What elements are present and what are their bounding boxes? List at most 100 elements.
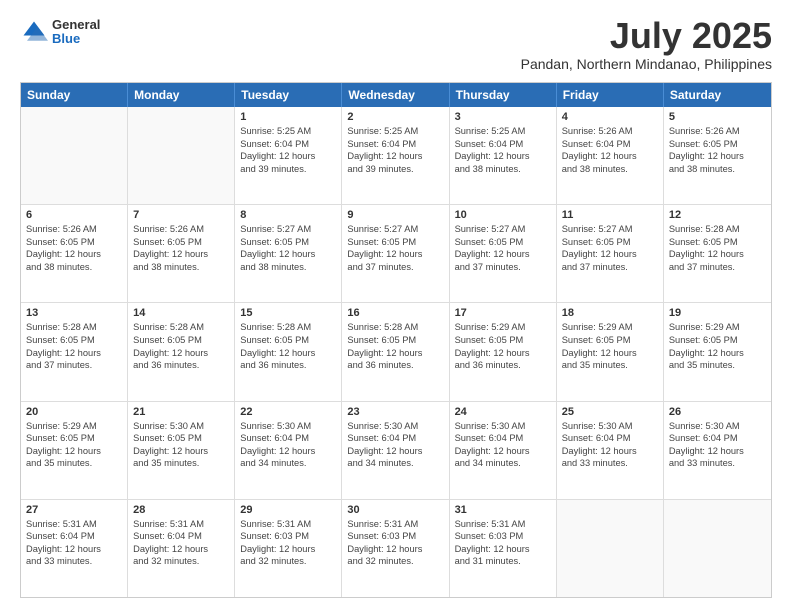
daylight-minutes-text: and 34 minutes. <box>347 457 443 470</box>
calendar-day-11: 11Sunrise: 5:27 AMSunset: 6:05 PMDayligh… <box>557 205 664 302</box>
calendar-day-13: 13 Sunrise: 5:28 AMSunset: 6:05 PMDayligh… <box>21 303 128 400</box>
logo-icon <box>20 18 48 46</box>
daylight-hours-text: Daylight: 12 hours <box>133 248 229 261</box>
calendar-day-27: 27Sunrise: 5:31 AMSunset: 6:04 PMDayligh… <box>21 500 128 597</box>
sunset-text: Sunset: 6:05 PM <box>133 432 229 445</box>
day-number: 12 <box>669 209 766 221</box>
daylight-hours-text: Daylight: 12 hours <box>455 150 551 163</box>
calendar-day-7: 7Sunrise: 5:26 AMSunset: 6:05 PMDaylight… <box>128 205 235 302</box>
sunset-text: Sunset: 6:04 PM <box>133 530 229 543</box>
sunrise-text: Sunrise: 5:29 AM <box>562 321 658 334</box>
daylight-hours-text: Daylight: 12 hours <box>347 347 443 360</box>
daylight-hours-text: Daylight: 12 hours <box>133 543 229 556</box>
daylight-hours-text: Daylight: 12 hours <box>562 347 658 360</box>
sunset-text: Sunset: 6:05 PM <box>562 236 658 249</box>
day-number: 28 <box>133 504 229 516</box>
sunset-text: Sunset: 6:05 PM <box>26 432 122 445</box>
sunrise-text: Sunrise: 5:30 AM <box>669 420 766 433</box>
sunset-text: Sunset: 6:05 PM <box>26 334 122 347</box>
sunrise-text: Sunrise: 5:29 AM <box>455 321 551 334</box>
day-number: 25 <box>562 406 658 418</box>
day-number: 23 <box>347 406 443 418</box>
day-number: 1 <box>240 111 336 123</box>
logo-text: General Blue <box>52 18 100 47</box>
day-number: 31 <box>455 504 551 516</box>
calendar-day-30: 30Sunrise: 5:31 AMSunset: 6:03 PMDayligh… <box>342 500 449 597</box>
daylight-minutes-text: and 36 minutes. <box>455 359 551 372</box>
calendar-day-24: 24Sunrise: 5:30 AMSunset: 6:04 PMDayligh… <box>450 402 557 499</box>
calendar-day-25: 25Sunrise: 5:30 AMSunset: 6:04 PMDayligh… <box>557 402 664 499</box>
sunset-text: Sunset: 6:04 PM <box>455 138 551 151</box>
day-number: 26 <box>669 406 766 418</box>
calendar: SundayMondayTuesdayWednesdayThursdayFrid… <box>20 82 772 598</box>
sunrise-text: Sunrise: 5:30 AM <box>455 420 551 433</box>
sunset-text: Sunset: 6:03 PM <box>240 530 336 543</box>
sunrise-text: Sunrise: 5:28 AM <box>26 321 122 334</box>
daylight-minutes-text: and 37 minutes. <box>669 261 766 274</box>
day-number: 10 <box>455 209 551 221</box>
sunset-text: Sunset: 6:05 PM <box>26 236 122 249</box>
sunrise-text: Sunrise: 5:28 AM <box>240 321 336 334</box>
calendar-day-28: 28 Sunrise: 5:31 AMSunset: 6:04 PMDayligh… <box>128 500 235 597</box>
daylight-hours-text: Daylight: 12 hours <box>133 347 229 360</box>
daylight-minutes-text: and 38 minutes. <box>455 163 551 176</box>
daylight-minutes-text: and 32 minutes. <box>347 555 443 568</box>
daylight-hours-text: Daylight: 12 hours <box>455 248 551 261</box>
daylight-hours-text: Daylight: 12 hours <box>133 445 229 458</box>
calendar-week-2: 6Sunrise: 5:26 AMSunset: 6:05 PMDaylight… <box>21 205 771 303</box>
sunset-text: Sunset: 6:05 PM <box>240 334 336 347</box>
daylight-hours-text: Daylight: 12 hours <box>240 445 336 458</box>
sunset-text: Sunset: 6:05 PM <box>240 236 336 249</box>
day-number: 4 <box>562 111 658 123</box>
daylight-minutes-text: and 34 minutes. <box>455 457 551 470</box>
calendar-day-31: 31Sunrise: 5:31 AMSunset: 6:03 PMDayligh… <box>450 500 557 597</box>
daylight-minutes-text: and 32 minutes. <box>240 555 336 568</box>
daylight-hours-text: Daylight: 12 hours <box>669 150 766 163</box>
daylight-minutes-text: and 35 minutes. <box>562 359 658 372</box>
sunrise-text: Sunrise: 5:28 AM <box>133 321 229 334</box>
calendar-day-17: 17Sunrise: 5:29 AMSunset: 6:05 PMDayligh… <box>450 303 557 400</box>
daylight-minutes-text: and 37 minutes. <box>455 261 551 274</box>
daylight-minutes-text: and 38 minutes. <box>240 261 336 274</box>
sunrise-text: Sunrise: 5:30 AM <box>133 420 229 433</box>
day-number: 18 <box>562 307 658 319</box>
sunrise-text: Sunrise: 5:30 AM <box>562 420 658 433</box>
sunrise-text: Sunrise: 5:27 AM <box>240 223 336 236</box>
sunset-text: Sunset: 6:05 PM <box>347 236 443 249</box>
calendar-day-empty <box>128 107 235 204</box>
day-number: 11 <box>562 209 658 221</box>
calendar-week-1: 1Sunrise: 5:25 AMSunset: 6:04 PMDaylight… <box>21 107 771 205</box>
calendar-week-4: 20Sunrise: 5:29 AMSunset: 6:05 PMDayligh… <box>21 402 771 500</box>
calendar-day-19: 19Sunrise: 5:29 AMSunset: 6:05 PMDayligh… <box>664 303 771 400</box>
sunrise-text: Sunrise: 5:31 AM <box>455 518 551 531</box>
sunset-text: Sunset: 6:04 PM <box>240 432 336 445</box>
calendar-day-9: 9Sunrise: 5:27 AMSunset: 6:05 PMDaylight… <box>342 205 449 302</box>
day-number: 13 <box>26 307 122 319</box>
daylight-minutes-text: and 38 minutes. <box>562 163 658 176</box>
calendar-body: 1Sunrise: 5:25 AMSunset: 6:04 PMDaylight… <box>21 107 771 597</box>
sunset-text: Sunset: 6:05 PM <box>455 236 551 249</box>
calendar-day-21: 21Sunrise: 5:30 AMSunset: 6:05 PMDayligh… <box>128 402 235 499</box>
daylight-minutes-text: and 35 minutes. <box>133 457 229 470</box>
daylight-minutes-text: and 36 minutes. <box>133 359 229 372</box>
daylight-minutes-text: and 34 minutes. <box>240 457 336 470</box>
sunrise-text: Sunrise: 5:31 AM <box>133 518 229 531</box>
day-number: 8 <box>240 209 336 221</box>
sunrise-text: Sunrise: 5:31 AM <box>26 518 122 531</box>
day-number: 7 <box>133 209 229 221</box>
sunrise-text: Sunrise: 5:26 AM <box>562 125 658 138</box>
sunset-text: Sunset: 6:05 PM <box>669 334 766 347</box>
daylight-hours-text: Daylight: 12 hours <box>347 150 443 163</box>
daylight-minutes-text: and 37 minutes. <box>347 261 443 274</box>
sunrise-text: Sunrise: 5:28 AM <box>347 321 443 334</box>
sunrise-text: Sunrise: 5:29 AM <box>669 321 766 334</box>
daylight-hours-text: Daylight: 12 hours <box>669 347 766 360</box>
daylight-hours-text: Daylight: 12 hours <box>26 347 122 360</box>
calendar-day-1: 1Sunrise: 5:25 AMSunset: 6:04 PMDaylight… <box>235 107 342 204</box>
calendar-day-18: 18 Sunrise: 5:29 AMSunset: 6:05 PMDayligh… <box>557 303 664 400</box>
logo-general: General <box>52 18 100 32</box>
daylight-minutes-text: and 32 minutes. <box>133 555 229 568</box>
sunset-text: Sunset: 6:05 PM <box>562 334 658 347</box>
daylight-minutes-text: and 37 minutes. <box>562 261 658 274</box>
daylight-minutes-text: and 37 minutes. <box>26 359 122 372</box>
